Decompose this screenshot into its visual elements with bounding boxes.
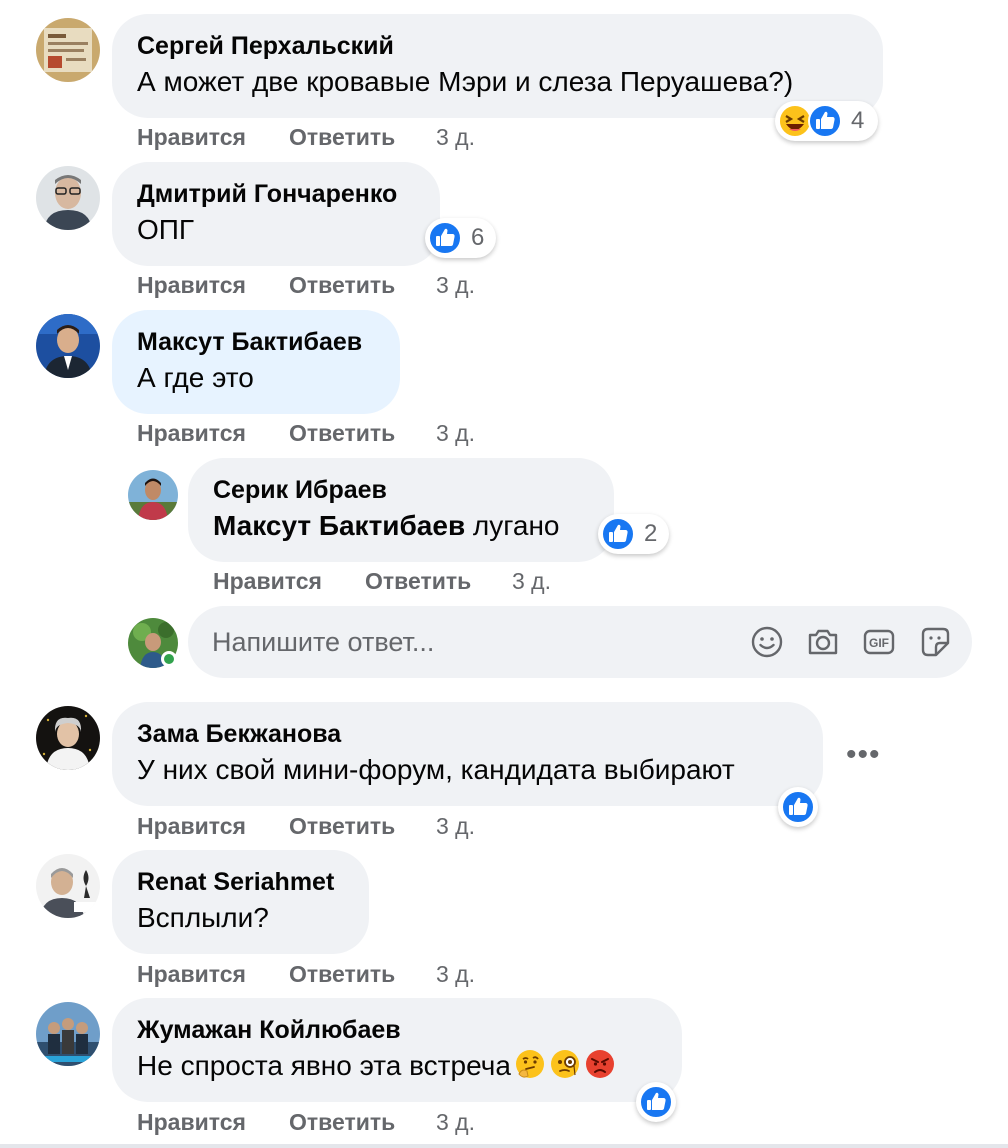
comment-author[interactable]: Максут Бактибаев bbox=[137, 326, 374, 358]
comment-actions: Нравится Ответить 3 д. bbox=[137, 272, 475, 299]
mention-link[interactable]: Максут Бактибаев bbox=[213, 510, 465, 541]
like-reaction-icon bbox=[808, 104, 842, 138]
comment-bubble: Renat Seriahmet Всплыли? bbox=[112, 850, 369, 954]
reply-link[interactable]: Ответить bbox=[289, 420, 436, 447]
reply-input[interactable] bbox=[212, 622, 712, 662]
camera-icon[interactable] bbox=[806, 625, 840, 659]
comment-bubble: Жумажан Койлюбаев Не спроста явно эта вс… bbox=[112, 998, 682, 1102]
comment-text: Не спроста явно эта встреча bbox=[137, 1046, 656, 1086]
comment-author[interactable]: Серик Ибраев bbox=[213, 474, 588, 506]
reaction-count: 4 bbox=[851, 107, 865, 134]
comment-timestamp[interactable]: 3 д. bbox=[436, 420, 475, 447]
gif-icon[interactable]: GIF bbox=[862, 625, 896, 659]
reaction-summary[interactable] bbox=[778, 787, 818, 827]
comment-timestamp[interactable]: 3 д. bbox=[436, 1109, 475, 1136]
comment-author[interactable]: Жумажан Койлюбаев bbox=[137, 1014, 656, 1046]
gif-label: GIF bbox=[869, 636, 889, 650]
reaction-summary[interactable]: 6 bbox=[425, 218, 496, 258]
comment-timestamp[interactable]: 3 д. bbox=[436, 813, 475, 840]
like-reaction-icon bbox=[601, 517, 635, 551]
reply-link[interactable]: Ответить bbox=[289, 124, 436, 151]
comment-bubble: Сергей Перхальский А может две кровавые … bbox=[112, 14, 883, 118]
comment-bubble: Зама Бекжанова У них свой мини-форум, ка… bbox=[112, 702, 823, 806]
comment-author[interactable]: Зама Бекжанова bbox=[137, 718, 797, 750]
reply-composer[interactable]: GIF bbox=[188, 606, 972, 678]
comment-text: У них свой мини-форум, кандидата выбираю… bbox=[137, 754, 735, 785]
reaction-count: 6 bbox=[471, 224, 485, 251]
like-link[interactable]: Нравится bbox=[137, 124, 289, 151]
comment-text-content: Не спроста явно эта встреча bbox=[137, 1050, 511, 1081]
comment-text: Максут Бактибаев лугано bbox=[213, 506, 588, 546]
avatar[interactable] bbox=[128, 470, 178, 520]
comment-timestamp[interactable]: 3 д. bbox=[436, 124, 475, 151]
avatar[interactable] bbox=[36, 854, 100, 918]
thinking-face-emoji-icon bbox=[515, 1050, 544, 1078]
comment-actions: Нравится Ответить 3 д. bbox=[137, 420, 475, 447]
avatar[interactable] bbox=[36, 314, 100, 378]
reply-link[interactable]: Ответить bbox=[289, 272, 436, 299]
reply-comment: Серик Ибраев Максут Бактибаев лугано 2 Н… bbox=[0, 446, 1008, 596]
reply-link[interactable]: Ответить bbox=[289, 1109, 436, 1136]
comment-bubble: Серик Ибраев Максут Бактибаев лугано bbox=[188, 458, 614, 562]
reaction-summary[interactable]: 4 bbox=[775, 101, 878, 141]
like-reaction-icon bbox=[428, 221, 462, 255]
divider bbox=[0, 1144, 1008, 1148]
reaction-summary[interactable] bbox=[636, 1082, 676, 1122]
reaction-count: 2 bbox=[644, 520, 658, 547]
comment-actions: Нравится Ответить 3 д. bbox=[137, 1109, 475, 1136]
like-link[interactable]: Нравится bbox=[137, 961, 289, 988]
like-link[interactable]: Нравится bbox=[213, 568, 365, 595]
like-link[interactable]: Нравится bbox=[137, 272, 289, 299]
comment: Сергей Перхальский А может две кровавые … bbox=[0, 0, 1008, 150]
comment: Дмитрий Гончаренко ОПГ 6 Нравится Ответи… bbox=[0, 150, 1008, 298]
comment-text: А где это bbox=[137, 362, 254, 393]
comment-bubble: Дмитрий Гончаренко ОПГ bbox=[112, 162, 440, 266]
avatar[interactable] bbox=[36, 18, 100, 82]
sticker-icon[interactable] bbox=[918, 625, 952, 659]
reply-text: лугано bbox=[465, 510, 560, 541]
like-link[interactable]: Нравится bbox=[137, 813, 289, 840]
comment-bubble: Максут Бактибаев А где это bbox=[112, 310, 400, 414]
comment-actions: Нравится Ответить 3 д. bbox=[137, 124, 475, 151]
comment-actions: Нравится Ответить 3 д. bbox=[213, 568, 551, 595]
comment-text: Всплыли? bbox=[137, 902, 269, 933]
smiley-icon[interactable] bbox=[750, 625, 784, 659]
avatar[interactable] bbox=[36, 166, 100, 230]
reply-link[interactable]: Ответить bbox=[289, 961, 436, 988]
comment-text: А может две кровавые Мэри и слеза Перуаш… bbox=[137, 66, 794, 97]
comment-timestamp[interactable]: 3 д. bbox=[436, 961, 475, 988]
comment-timestamp[interactable]: 3 д. bbox=[436, 272, 475, 299]
avatar[interactable] bbox=[36, 1002, 100, 1066]
reply-link[interactable]: Ответить bbox=[365, 568, 512, 595]
like-link[interactable]: Нравится bbox=[137, 1109, 289, 1136]
like-reaction-icon bbox=[781, 790, 815, 824]
comment-actions: Нравится Ответить 3 д. bbox=[137, 961, 475, 988]
face-with-monocle-emoji-icon bbox=[550, 1050, 579, 1078]
comment-actions: Нравится Ответить 3 д. bbox=[137, 813, 475, 840]
comment: Жумажан Койлюбаев Не спроста явно эта вс… bbox=[0, 986, 1008, 1146]
comment-timestamp[interactable]: 3 д. bbox=[512, 568, 551, 595]
comment: Renat Seriahmet Всплыли? Нравится Ответи… bbox=[0, 838, 1008, 988]
comment: Зама Бекжанова У них свой мини-форум, ка… bbox=[0, 690, 1008, 840]
online-status-indicator bbox=[161, 651, 177, 667]
comment-author[interactable]: Renat Seriahmet bbox=[137, 866, 343, 898]
comment: Максут Бактибаев А где это Нравится Отве… bbox=[0, 298, 1008, 446]
avatar[interactable] bbox=[36, 706, 100, 770]
reply-link[interactable]: Ответить bbox=[289, 813, 436, 840]
like-link[interactable]: Нравится bbox=[137, 420, 289, 447]
like-reaction-icon bbox=[639, 1085, 673, 1119]
more-options-icon[interactable]: ••• bbox=[846, 740, 881, 770]
comment-author[interactable]: Сергей Перхальский bbox=[137, 30, 857, 62]
angry-face-emoji-icon bbox=[585, 1050, 614, 1078]
comment-author[interactable]: Дмитрий Гончаренко bbox=[137, 178, 414, 210]
reaction-summary[interactable]: 2 bbox=[598, 514, 669, 554]
comment-text: ОПГ bbox=[137, 214, 195, 245]
